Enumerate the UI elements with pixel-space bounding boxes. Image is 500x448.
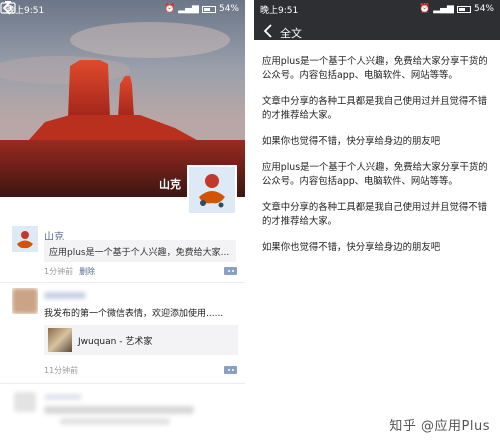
post-time: 11分钟前 (44, 366, 79, 375)
alarm-icon: ⏰ (419, 4, 431, 14)
full-text-panel: 晚上9:51 ⏰ ▂▄▆ 54% 全文 应用plus是一个基于个人兴趣，免费给大… (254, 0, 500, 448)
back-arrow-icon[interactable] (262, 24, 274, 38)
status-bar: 晚上9:51 ⏰ ▂▄▆ 54% (254, 0, 500, 18)
status-bar: 晚上9:51 ⏰ ▂▄▆ 54% (0, 0, 245, 18)
post-meta: 11分钟前 (44, 365, 78, 376)
post-divider (0, 282, 245, 283)
battery-icon (201, 5, 216, 13)
blurred-text (44, 406, 194, 414)
camera-icon[interactable] (0, 0, 16, 14)
avatar-image (12, 226, 38, 252)
blurred-text (60, 418, 170, 425)
battery-icon (456, 5, 471, 13)
battery-level: 54% (473, 4, 494, 14)
paragraph: 应用plus是一个基于个人兴趣，免费给大家分享干货的公众号。内容包括app、电脑… (262, 56, 488, 81)
signal-icon: ▂▄▆ (433, 4, 454, 14)
post-author-avatar-blurred[interactable] (12, 288, 38, 314)
avatar-image (189, 167, 235, 213)
blurred-avatar (12, 288, 38, 314)
full-text-content: 应用plus是一个基于个人兴趣，免费给大家分享干货的公众号。内容包括app、电脑… (262, 55, 496, 267)
post-text: 我发布的第一个微信表情，欢迎添加使用...... (44, 309, 224, 319)
comment-more-button[interactable] (224, 366, 237, 374)
status-icons: ⏰ ▂▄▆ 54% (419, 4, 494, 14)
blurred-avatar (14, 392, 36, 412)
emoji-card-title: Jwuquan - 艺术家 (78, 336, 153, 347)
emoji-card[interactable]: Jwuquan - 艺术家 (44, 325, 238, 355)
paragraph: 如果你也觉得不错，快分享给身边的朋友吧 (262, 136, 441, 147)
status-icons: ⏰ ▂▄▆ 54% (164, 4, 239, 14)
shared-article-text: 应用plus是一个基于个人兴趣，免费给大家... (49, 248, 230, 258)
watermark: 知乎 @应用Plus (389, 419, 490, 434)
delete-link[interactable]: 删除 (79, 267, 95, 276)
paragraph: 如果你也觉得不错，快分享给身边的朋友吧 (262, 242, 441, 253)
alarm-icon: ⏰ (164, 4, 176, 14)
top-bar: 晚上9:51 ⏰ ▂▄▆ 54% 全文 (254, 0, 500, 40)
owner-avatar[interactable] (187, 165, 237, 215)
paragraph: 文章中分享的各种工具都是我自己使用过并且觉得不错的才推荐给大家。 (262, 202, 488, 227)
paragraph: 应用plus是一个基于个人兴趣，免费给大家分享干货的公众号。内容包括app、电脑… (262, 162, 488, 187)
emoji-card-thumbnail (48, 328, 72, 352)
comment-more-button[interactable] (224, 267, 237, 275)
status-time: 晚上9:51 (260, 5, 299, 16)
battery-level: 54% (218, 4, 239, 14)
paragraph: 文章中分享的各种工具都是我自己使用过并且觉得不错的才推荐给大家。 (262, 96, 488, 121)
signal-icon: ▂▄▆ (178, 4, 199, 14)
page-title: 全文 (280, 27, 302, 40)
shared-article[interactable]: 应用plus是一个基于个人兴趣，免费给大家... (44, 240, 236, 262)
cover-owner-name: 山克 (159, 178, 181, 191)
post-divider (0, 383, 245, 384)
blurred-author-name (44, 394, 82, 400)
moments-panel: 晚上9:51 ⏰ ▂▄▆ 54% 山克 山克 应用plus是一个基于个人兴趣，免… (0, 0, 245, 448)
blurred-author-name (44, 292, 86, 299)
post-meta: 1分钟前 删除 (44, 266, 95, 277)
post-author-avatar[interactable] (12, 226, 38, 252)
post-time: 1分钟前 (44, 267, 74, 276)
